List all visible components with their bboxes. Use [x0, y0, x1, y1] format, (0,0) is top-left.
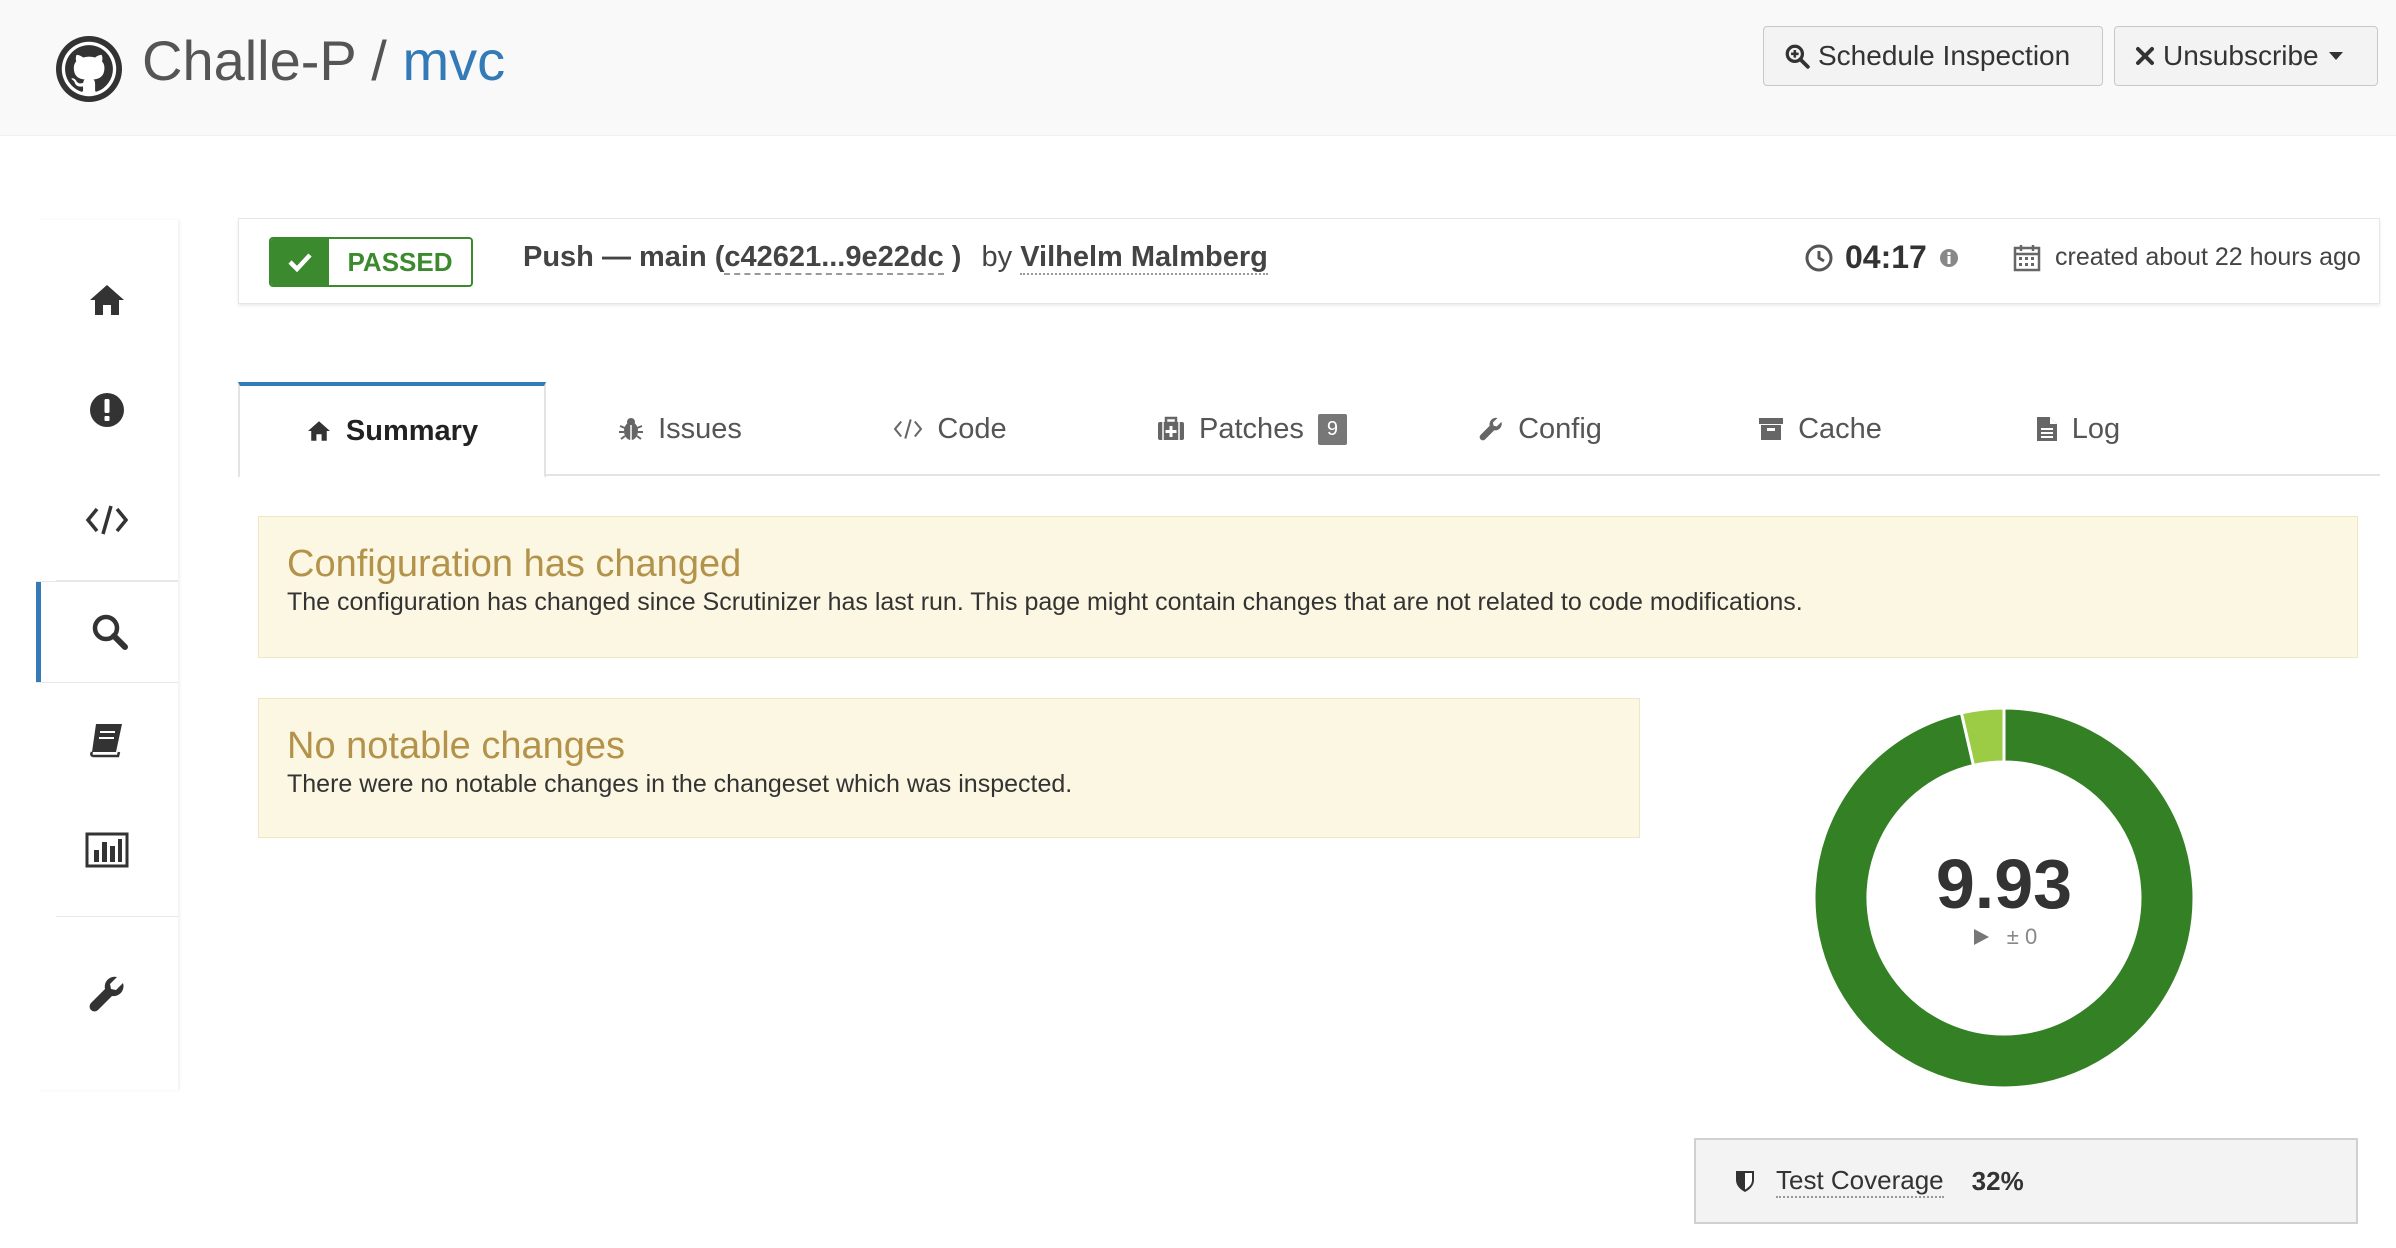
exclamation-circle-icon — [90, 393, 124, 427]
unsubscribe-label: Unsubscribe — [2163, 40, 2319, 71]
patches-count-badge: 9 — [1317, 413, 1347, 445]
author-link[interactable]: Vilhelm Malmberg — [1020, 241, 1268, 275]
inspection-duration: 04:17 — [1805, 239, 1959, 276]
commit-hash-link[interactable]: c42621...9e22dc — [724, 241, 944, 275]
no-notable-changes-alert: No notable changes There were no notable… — [258, 698, 1640, 838]
quality-score: 9.93 — [1935, 845, 2073, 923]
home-icon — [307, 421, 330, 441]
score-delta-value: ± 0 — [2006, 924, 2038, 949]
sidebar-item-docs[interactable] — [36, 690, 178, 790]
tab-label: Issues — [658, 412, 742, 445]
status-badge: PASSED — [269, 237, 473, 287]
bug-icon — [619, 418, 644, 440]
test-coverage-panel: Test Coverage 32% — [1694, 1138, 2358, 1224]
tab-log[interactable]: Log — [1978, 382, 2178, 476]
schedule-inspection-button[interactable]: Schedule Inspection — [1763, 26, 2103, 86]
sidebar-item-inspections[interactable] — [36, 582, 178, 682]
close-icon — [2136, 47, 2154, 65]
alert-text: There were no notable changes in the cha… — [287, 770, 1073, 798]
wrench-icon — [1479, 417, 1502, 441]
sidebar-item-issues[interactable] — [36, 360, 178, 460]
tab-label: Patches — [1199, 412, 1304, 445]
shield-icon — [1736, 1171, 1754, 1192]
checkmark-icon — [271, 239, 329, 285]
alert-text: The configuration has changed since Scru… — [287, 588, 1803, 616]
created-label: created about 22 hours ago — [2055, 243, 2361, 271]
play-icon — [1973, 929, 1989, 945]
close-paren: ) — [943, 241, 962, 273]
archive-icon — [1759, 418, 1784, 440]
search-icon — [92, 614, 128, 650]
code-icon — [894, 419, 923, 439]
test-coverage-value: 32% — [1971, 1165, 2024, 1196]
sidebar — [36, 220, 178, 1090]
push-info: Push — main (c42621...9e22dc ) by Vilhel… — [523, 241, 1268, 275]
bar-chart-icon — [85, 832, 129, 868]
top-bar: Challe-P / mvc Schedule Inspection Unsub… — [0, 0, 2396, 136]
sidebar-divider — [56, 580, 178, 581]
sidebar-item-statistics[interactable] — [36, 800, 178, 900]
sidebar-item-settings[interactable] — [36, 944, 178, 1044]
alert-title: Configuration has changed — [287, 543, 742, 585]
by-label: by — [981, 241, 1013, 273]
sidebar-item-home[interactable] — [36, 250, 178, 350]
caret-down-icon — [2328, 52, 2343, 60]
tab-code[interactable]: Code — [850, 382, 1050, 476]
alert-title: No notable changes — [287, 725, 626, 767]
tab-cache[interactable]: Cache — [1720, 382, 1920, 476]
tab-label: Log — [2071, 412, 2121, 445]
tab-issues[interactable]: Issues — [580, 382, 780, 476]
score-delta: ± 0 — [1812, 924, 2196, 950]
test-coverage-link[interactable]: Test Coverage — [1776, 1165, 1944, 1198]
duration-value: 04:17 — [1845, 239, 1927, 275]
quality-score-donut[interactable]: 9.93 ± 0 — [1812, 706, 2196, 1090]
tab-label: Config — [1518, 412, 1602, 445]
sidebar-divider — [56, 682, 178, 683]
created-time: created about 22 hours ago — [2013, 243, 2361, 272]
push-branch-label: Push — main ( — [523, 241, 725, 273]
calendar-icon — [2013, 244, 2041, 271]
page-title: Challe-P / mvc — [142, 28, 505, 93]
wrench-icon — [89, 976, 124, 1012]
sidebar-item-code[interactable] — [36, 470, 178, 570]
medkit-icon — [1158, 416, 1185, 440]
tab-summary[interactable]: Summary — [238, 382, 546, 478]
code-icon — [85, 505, 129, 535]
search-plus-icon — [1785, 44, 1810, 69]
tab-label: Summary — [345, 414, 479, 447]
book-icon — [90, 724, 122, 758]
home-icon — [90, 285, 124, 315]
tab-config[interactable]: Config — [1440, 382, 1640, 476]
title-separator: / — [355, 29, 403, 92]
schedule-inspection-label: Schedule Inspection — [1818, 40, 2071, 71]
tab-patches[interactable]: Patches 9 — [1122, 382, 1382, 476]
tab-label: Code — [937, 412, 1007, 445]
info-icon[interactable] — [1939, 248, 1959, 268]
clock-icon — [1805, 244, 1833, 271]
repo-owner[interactable]: Challe-P — [142, 29, 356, 92]
file-text-icon — [2036, 417, 2057, 441]
repo-name[interactable]: mvc — [402, 29, 505, 92]
inspection-tabs: Summary Issues Code Patches 9 Config Cac… — [238, 382, 2380, 478]
github-icon[interactable] — [56, 36, 122, 102]
inspection-status-bar: PASSED Push — main (c42621...9e22dc ) by… — [238, 218, 2380, 304]
status-label: PASSED — [347, 246, 453, 277]
unsubscribe-button[interactable]: Unsubscribe — [2114, 26, 2378, 86]
sidebar-divider — [56, 916, 178, 917]
tab-label: Cache — [1798, 412, 1882, 445]
config-changed-alert: Configuration has changed The configurat… — [258, 516, 2358, 658]
